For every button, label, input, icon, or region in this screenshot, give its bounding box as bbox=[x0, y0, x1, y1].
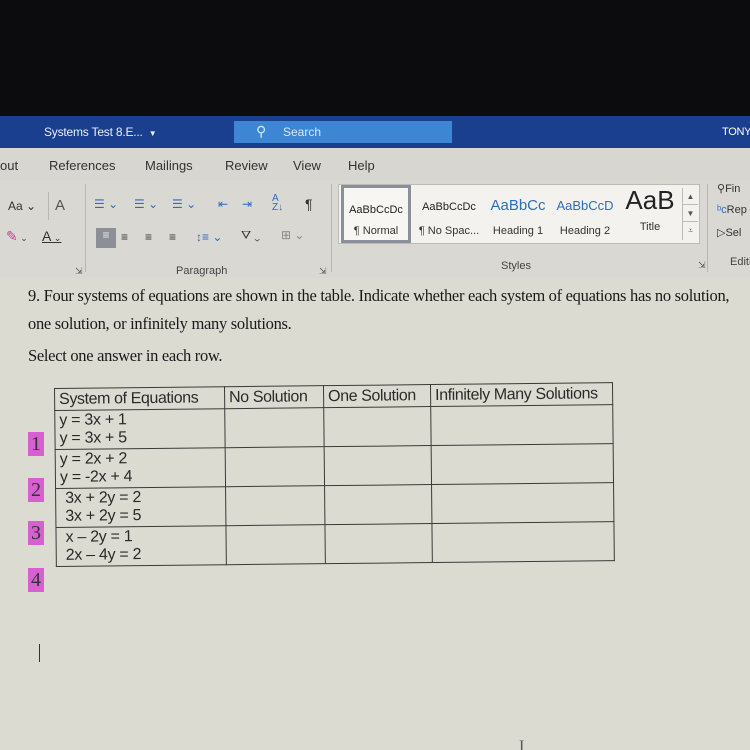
answer-cell-no-solution[interactable] bbox=[225, 446, 325, 487]
style-normal[interactable]: AaBbCcDc ¶ Normal bbox=[341, 185, 411, 243]
font-color-icon[interactable]: A ⌄ bbox=[42, 228, 61, 244]
style-heading-2[interactable]: AaBbCcD Heading 2 bbox=[551, 185, 619, 243]
tab-layout[interactable]: out bbox=[0, 158, 18, 173]
style-heading-1[interactable]: AaBbCc Heading 1 bbox=[485, 185, 551, 243]
paragraph-dialog-launcher-icon[interactable]: ⇲ bbox=[319, 266, 327, 277]
decrease-indent-icon[interactable]: ⇤ bbox=[218, 197, 228, 211]
align-left-icon[interactable]: ≡ bbox=[96, 228, 116, 248]
answer-cell-infinite[interactable] bbox=[431, 443, 614, 485]
sort-icon[interactable]: A Z↓ bbox=[272, 194, 283, 213]
styles-dialog-launcher-icon[interactable]: ⇲ bbox=[698, 260, 706, 271]
ibeam-cursor-icon: I bbox=[519, 738, 525, 750]
find-icon: ⚲ bbox=[717, 183, 726, 195]
table-row: y = 3x + 1y = 3x + 5 bbox=[54, 404, 614, 450]
table-row: 3x + 2y = 2 3x + 2y = 5 bbox=[55, 482, 614, 528]
chevron-down-icon: ▼ bbox=[148, 129, 157, 138]
clear-formatting-icon[interactable]: A bbox=[55, 197, 65, 214]
multilevel-list-icon[interactable]: ☰ ⌄ bbox=[172, 197, 196, 211]
search-box[interactable]: ⚲ Search bbox=[234, 121, 452, 143]
borders-icon[interactable]: ⊞ ⌄ bbox=[281, 228, 304, 242]
replace-icon: ᵇc bbox=[717, 204, 727, 216]
select-button[interactable]: ▷Sel bbox=[717, 226, 741, 239]
answer-cell-no-solution[interactable] bbox=[225, 524, 326, 565]
table-row: x – 2y = 1 2x – 4y = 2 bbox=[55, 521, 615, 567]
ribbon-tabs: out References Mailings Review View Help bbox=[0, 148, 750, 180]
answer-cell-infinite[interactable] bbox=[431, 521, 615, 563]
tab-review[interactable]: Review bbox=[225, 158, 268, 173]
table-row: y = 2x + 2y = -2x + 4 bbox=[55, 443, 614, 489]
search-icon: ⚲ bbox=[256, 123, 267, 139]
system-cell: 3x + 2y = 2 3x + 2y = 5 bbox=[55, 486, 226, 528]
row-number-badge: 1 bbox=[28, 432, 44, 456]
align-center-icon[interactable]: ≡ bbox=[121, 230, 128, 244]
header-infinite-solutions: Infinitely Many Solutions bbox=[430, 382, 613, 407]
tab-view[interactable]: View bbox=[293, 158, 321, 173]
instruction-text: Select one answer in each row. bbox=[28, 346, 223, 365]
answer-cell-one-solution[interactable] bbox=[324, 484, 432, 525]
increase-indent-icon[interactable]: ⇥ bbox=[242, 197, 252, 211]
answer-cell-infinite[interactable] bbox=[431, 482, 614, 524]
equations-table: System of Equations No Solution One Solu… bbox=[54, 382, 615, 567]
text-cursor bbox=[39, 644, 40, 662]
user-name[interactable]: TONYA bbox=[722, 126, 750, 138]
answer-cell-one-solution[interactable] bbox=[324, 523, 433, 564]
shading-icon[interactable]: ⛛ ⌄ bbox=[241, 228, 260, 243]
highlight-color-icon[interactable]: ✎ ⌄ bbox=[6, 228, 28, 245]
styles-group-label: Styles bbox=[501, 260, 531, 272]
font-dialog-launcher-icon[interactable]: ⇲ bbox=[75, 266, 83, 277]
answer-cell-no-solution[interactable] bbox=[224, 407, 325, 448]
tab-mailings[interactable]: Mailings bbox=[145, 158, 193, 173]
change-case-button[interactable]: Aa ⌄ bbox=[8, 199, 36, 213]
style-no-spacing[interactable]: AaBbCcDc ¶ No Spac... bbox=[413, 185, 485, 243]
align-right-icon[interactable]: ≡ bbox=[145, 230, 152, 244]
tab-references[interactable]: References bbox=[49, 158, 115, 173]
system-cell: x – 2y = 1 2x – 4y = 2 bbox=[55, 525, 227, 567]
paragraph-group-label: Paragraph bbox=[176, 265, 228, 277]
numbering-icon[interactable]: ☰ ⌄ bbox=[134, 197, 158, 211]
row-number-badge: 4 bbox=[28, 568, 44, 592]
document-page[interactable]: 9. Four systems of equations are shown i… bbox=[0, 278, 750, 750]
answer-cell-one-solution[interactable] bbox=[323, 406, 432, 447]
show-formatting-icon[interactable]: ¶ bbox=[305, 196, 313, 212]
style-title[interactable]: AaB Title bbox=[619, 185, 681, 243]
row-number-badge: 3 bbox=[28, 521, 44, 545]
header-system: System of Equations bbox=[54, 386, 225, 411]
question-text: 9. Four systems of equations are shown i… bbox=[28, 286, 730, 333]
answer-cell-infinite[interactable] bbox=[430, 404, 614, 446]
document-title-text: Systems Test 8.E... bbox=[44, 125, 143, 139]
styles-gallery-scroll: ▲ ▼ ⩡ bbox=[682, 188, 698, 240]
screen: Systems Test 8.E... ▼ ⚲ Search TONYA out … bbox=[0, 0, 750, 750]
header-one-solution: One Solution bbox=[323, 384, 431, 408]
document-title[interactable]: Systems Test 8.E... ▼ bbox=[44, 125, 157, 139]
more-styles-icon[interactable]: ⩡ bbox=[683, 222, 698, 239]
system-cell: y = 3x + 1y = 3x + 5 bbox=[54, 408, 226, 450]
system-cell: y = 2x + 2y = -2x + 4 bbox=[55, 447, 226, 489]
answer-cell-no-solution[interactable] bbox=[225, 485, 325, 526]
header-no-solution: No Solution bbox=[224, 385, 324, 409]
find-button[interactable]: ⚲Fin bbox=[717, 182, 740, 195]
search-placeholder: Search bbox=[283, 125, 322, 139]
row-number-badge: 2 bbox=[28, 478, 44, 502]
scroll-up-icon[interactable]: ▲ bbox=[683, 188, 698, 205]
title-bar: Systems Test 8.E... ▼ ⚲ Search TONYA bbox=[0, 116, 750, 148]
bullets-icon[interactable]: ☰ ⌄ bbox=[94, 197, 118, 211]
line-spacing-icon[interactable]: ↕≡ ⌄ bbox=[196, 230, 222, 244]
replace-button[interactable]: ᵇcRep bbox=[717, 204, 747, 216]
styles-gallery: AaBbCcDc ¶ Normal AaBbCcDc ¶ No Spac... … bbox=[338, 184, 700, 244]
tab-help[interactable]: Help bbox=[348, 158, 375, 173]
justify-icon[interactable]: ≡ bbox=[169, 230, 176, 244]
monitor-bezel bbox=[0, 0, 750, 116]
scroll-down-icon[interactable]: ▼ bbox=[683, 205, 698, 222]
editing-group-label: Editi bbox=[730, 256, 750, 268]
answer-cell-one-solution[interactable] bbox=[324, 445, 432, 486]
